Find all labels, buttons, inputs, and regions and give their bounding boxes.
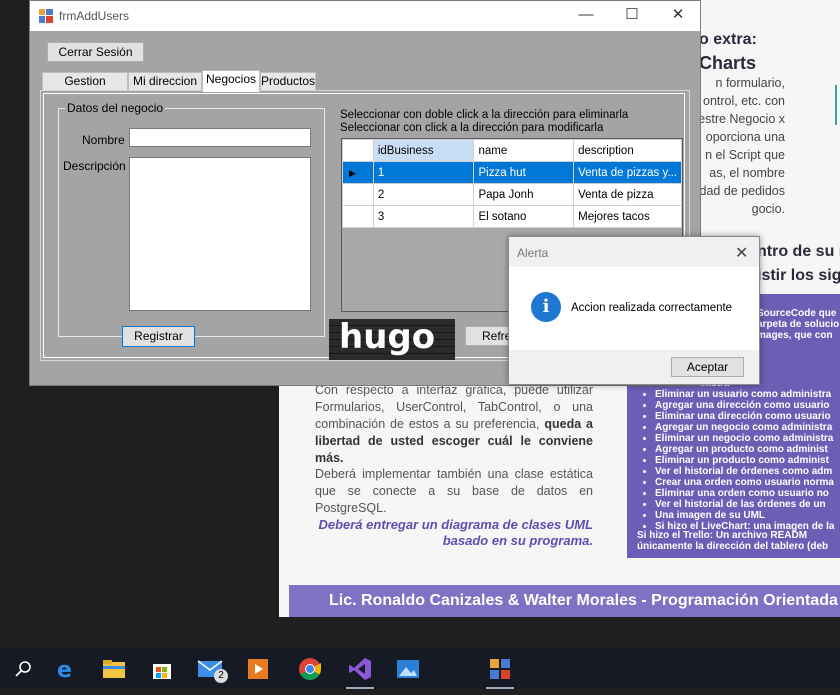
list-item: Ver el historial de órdenes como adm [655,466,840,477]
row-selector-icon[interactable]: ▶ [342,161,374,184]
cell-name[interactable]: Pizza hut [473,161,575,184]
visual-studio-icon[interactable] [336,649,384,689]
doc-accent-bar [835,85,837,125]
description-input[interactable] [129,157,311,311]
row-selector[interactable] [342,183,374,206]
name-input[interactable] [129,128,311,147]
column-header-name[interactable]: name [473,139,575,162]
list-item: Eliminar una dirección como usuario [655,411,840,422]
alert-dialog: Alerta ✕ i Accion realizada correctament… [508,236,760,385]
alert-title: Alerta [517,246,549,260]
taskbar: e 2 [0,649,840,689]
doc-interface-paragraph: Con respecto a interfaz gráfica, puede u… [315,383,593,465]
business-table: idBusiness name description ▶ 1 Pizza hu… [342,139,682,228]
cell-name[interactable]: El sotano [473,205,575,228]
doc-requirements-intro: SourceCode que arpeta de solucio mages, … [757,308,840,341]
table-row[interactable]: 3 El sotano Mejores tacos [342,205,682,228]
doc-requirements-trello: Si hizo el Trello: Un archivo READM únic… [637,530,829,552]
tab-negocios[interactable]: Negocios [202,70,260,92]
list-item: Una imagen de su UML [655,510,840,521]
cell-description[interactable]: Venta de pizza [573,183,682,206]
cell-description[interactable]: Mejores tacos [573,205,682,228]
group-title: Datos del negocio [65,101,166,115]
table-header-row: idBusiness name description [342,139,682,162]
tab-productos[interactable]: Productos [260,72,316,91]
accept-button[interactable]: Aceptar [671,357,744,377]
maximize-button[interactable]: ☐ [609,1,655,31]
list-item: Eliminar una orden como usuario no [655,488,840,499]
store-icon[interactable] [138,649,186,689]
tab-mi-direccion[interactable]: Mi direccion [128,72,202,91]
title-bar[interactable]: frmAddUsers — ☐ ✕ [30,1,700,31]
alert-close-icon[interactable]: ✕ [735,243,748,263]
close-session-button[interactable]: Cerrar Sesión [47,42,144,62]
svg-text:e: e [57,658,72,681]
doc-postgres-paragraph: Deberá implementar también una clase est… [315,467,593,515]
cell-name[interactable]: Papa Jonh [473,183,575,206]
table-row[interactable]: 2 Papa Jonh Venta de pizza [342,183,682,206]
cell-idbusiness[interactable]: 2 [372,183,475,206]
chrome-icon[interactable] [286,649,334,689]
instruction-delete: Seleccionar con doble click a la direcci… [340,109,629,121]
doc-heading-charts: Charts [699,53,757,73]
description-label: Descripción [63,159,126,173]
name-label: Nombre [82,133,125,147]
tab-gestion-usuario[interactable]: Gestion Usuario [42,72,128,105]
doc-heading-extra: o extra: [699,31,757,48]
alert-body: i Accion realizada correctamente [509,267,759,350]
table-row[interactable]: ▶ 1 Pizza hut Venta de pizzas y... [342,161,682,184]
app-window-icon[interactable] [476,649,524,689]
list-item: Eliminar un usuario como administra [655,389,840,400]
cell-idbusiness[interactable]: 1 [372,161,475,184]
file-explorer-icon[interactable] [90,649,138,689]
row-header-corner [342,139,374,162]
doc-uml-note: Deberá entregar un diagrama de clases UM… [318,517,593,548]
column-header-description[interactable]: description [573,139,682,162]
list-item: Agregar un negocio como administra [655,422,840,433]
info-icon: i [531,292,561,322]
list-item: Ver el historial de las órdenes de un [655,499,840,510]
search-icon[interactable] [0,649,48,689]
alert-message: Accion realizada correctamente [571,302,733,314]
list-item: Agregar una dirección como usuario [655,400,840,411]
cell-description[interactable]: Venta de pizzas y... [573,161,682,184]
mail-badge: 2 [214,669,228,683]
row-selector[interactable] [342,205,374,228]
list-item: Eliminar un producto como administ [655,455,840,466]
app-form-icon [39,9,53,23]
media-player-icon[interactable] [234,649,282,689]
list-item: Agregar un producto como administ [655,444,840,455]
column-header-idbusiness[interactable]: idBusiness [372,139,475,162]
business-data-group: Datos del negocio Nombre Descripción [58,101,325,337]
cell-idbusiness[interactable]: 3 [372,205,475,228]
list-item: Crear una orden como usuario norma [655,477,840,488]
minimize-button[interactable]: — [563,1,609,31]
close-window-button[interactable]: ✕ [655,1,701,31]
hugo-image-text: hugo [339,319,436,357]
list-item: Eliminar un negocio como administra [655,433,840,444]
grid-instructions: Seleccionar con doble click a la direcci… [340,109,628,135]
mail-icon[interactable]: 2 [186,649,234,689]
hugo-image: hugo [329,319,455,360]
instruction-modify: Seleccionar con click a la dirección par… [340,122,604,134]
photos-icon[interactable] [384,649,432,689]
window-title: frmAddUsers [59,9,130,23]
doc-footer: Lic. Ronaldo Canizales & Walter Morales … [289,585,840,617]
doc-heading-dentro: ntro de su rep [757,243,840,260]
register-button[interactable]: Registrar [122,326,195,347]
doc-heading-istir: istir los sigui [757,267,840,284]
edge-icon[interactable]: e [42,649,90,689]
